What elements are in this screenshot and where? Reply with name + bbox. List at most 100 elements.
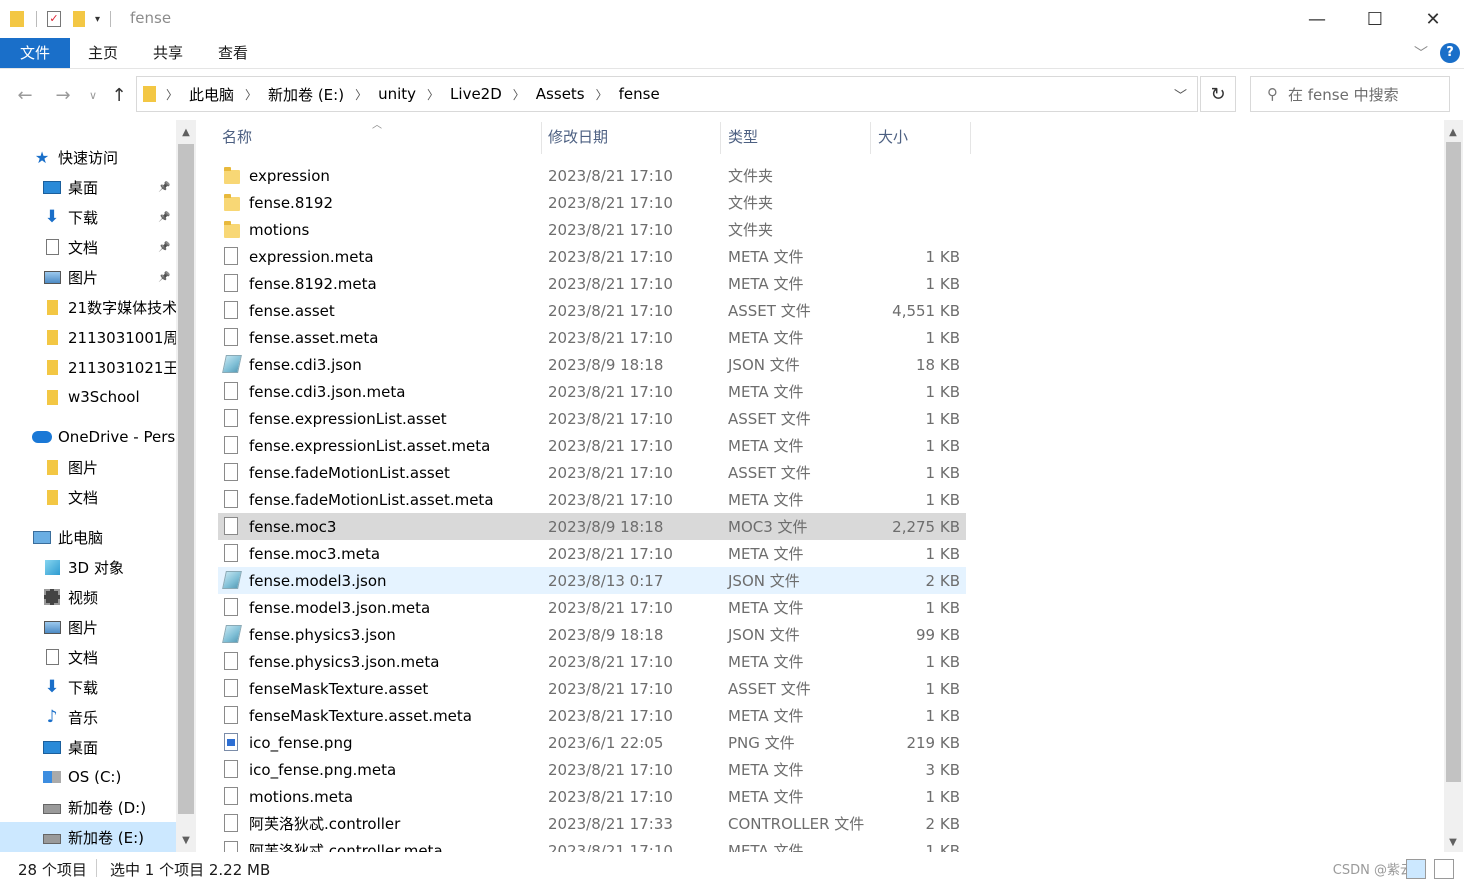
tab-file[interactable]: 文件 <box>0 38 70 68</box>
column-header-size[interactable]: 大小 <box>878 122 968 154</box>
chevron-down-icon[interactable]: ﹀ <box>1414 43 1428 63</box>
file-name: ico_fense.png <box>249 733 353 752</box>
file-row[interactable]: ico_fense.png.meta 2023/8/21 17:10 META 文件… <box>218 756 966 783</box>
scroll-up-icon[interactable]: ▲ <box>1443 122 1463 142</box>
file-row[interactable]: fense.fadeMotionList.asset.meta 2023/8/21… <box>218 486 966 513</box>
file-row[interactable]: expression 2023/8/21 17:10 文件夹 <box>218 162 966 189</box>
sidebar-item[interactable]: OneDrive - Perso <box>0 422 176 452</box>
file-row[interactable]: fense.8192.meta 2023/8/21 17:10 META 文件 1 K… <box>218 270 966 297</box>
recent-locations-icon[interactable]: ∨ <box>84 80 102 110</box>
tab-view[interactable]: 查看 <box>206 38 260 68</box>
sidebar-item[interactable]: 桌面 📌 <box>0 172 176 202</box>
file-row[interactable]: fenseMaskTexture.asset 2023/8/21 17:10 ASS… <box>218 675 966 702</box>
file-row[interactable]: fense.cdi3.json 2023/8/9 18:18 JSON 文件 18 K… <box>218 351 966 378</box>
refresh-button[interactable]: ↻ <box>1200 76 1236 112</box>
sidebar-item[interactable]: 2113031001周 <box>0 322 176 352</box>
file-row[interactable]: fense.moc3.meta 2023/8/21 17:10 META 文件 1 K… <box>218 540 966 567</box>
chevron-right-icon[interactable]: 〉 <box>596 86 608 103</box>
column-header-name[interactable]: 名称 <box>222 122 542 154</box>
sidebar-item[interactable]: 图片 <box>0 452 176 482</box>
file-row[interactable]: expression.meta 2023/8/21 17:10 META 文件 1 K… <box>218 243 966 270</box>
sidebar-item[interactable]: ★ 快速访问 <box>0 142 176 172</box>
column-header-type[interactable]: 类型 <box>728 122 868 154</box>
column-header-date[interactable]: 修改日期 <box>548 122 718 154</box>
sidebar-item[interactable]: 21数字媒体技术 <box>0 292 176 322</box>
sidebar-item[interactable]: 文档 <box>0 482 176 512</box>
breadcrumb-this-pc[interactable]: 此电脑 <box>189 84 234 105</box>
column-divider[interactable] <box>720 122 721 154</box>
search-box[interactable]: ⚲ 在 fense 中搜索 <box>1250 76 1450 112</box>
maximize-button[interactable]: ☐ <box>1346 0 1404 38</box>
customize-dropdown-icon[interactable]: ▾ <box>95 14 100 25</box>
sidebar-scroll-thumb[interactable] <box>178 144 194 814</box>
sidebar-item[interactable]: 图片 <box>0 612 176 642</box>
sidebar-item[interactable]: ⬇ 下载 📌 <box>0 202 176 232</box>
sidebar-item[interactable]: ♪ 音乐 <box>0 702 176 732</box>
column-divider[interactable] <box>541 122 542 154</box>
file-name: fense.fadeMotionList.asset.meta <box>249 490 494 509</box>
sidebar-item[interactable]: 新加卷 (E:) <box>0 822 176 852</box>
chevron-right-icon[interactable]: 〉 <box>355 86 367 103</box>
file-row[interactable]: fense.moc3 2023/8/9 18:18 MOC3 文件 2,275 KB <box>218 513 966 540</box>
back-button[interactable]: ← <box>12 80 38 110</box>
tab-share[interactable]: 共享 <box>141 38 195 68</box>
properties-icon[interactable]: ✓ <box>47 11 61 27</box>
new-folder-icon[interactable] <box>73 11 85 27</box>
file-row[interactable]: fense.expressionList.asset.meta 2023/8/21… <box>218 432 966 459</box>
breadcrumb-drive-e[interactable]: 新加卷 (E:) <box>268 84 344 105</box>
sidebar-item[interactable]: 视频 <box>0 582 176 612</box>
sidebar-item[interactable]: 新加卷 (D:) <box>0 792 176 822</box>
sidebar-item[interactable]: 3D 对象 <box>0 552 176 582</box>
file-row[interactable]: 阿芙洛狄忒.controller.meta 2023/8/21 17:10 META… <box>218 837 966 852</box>
file-row[interactable]: motions 2023/8/21 17:10 文件夹 <box>218 216 966 243</box>
sidebar-item[interactable]: 此电脑 <box>0 522 176 552</box>
sidebar-item[interactable]: 2113031021王 <box>0 352 176 382</box>
breadcrumb-live2d[interactable]: Live2D <box>450 85 502 103</box>
scroll-up-icon[interactable]: ▲ <box>176 122 196 142</box>
sidebar-item[interactable]: 图片 📌 <box>0 262 176 292</box>
file-row[interactable]: fense.asset.meta 2023/8/21 17:10 META 文件 1 … <box>218 324 966 351</box>
address-bar[interactable]: 〉 此电脑 〉 新加卷 (E:) 〉 unity 〉 Live2D 〉 Asse… <box>136 76 1198 112</box>
column-divider[interactable] <box>970 122 971 154</box>
file-row[interactable]: fense.8192 2023/8/21 17:10 文件夹 <box>218 189 966 216</box>
chevron-right-icon[interactable]: 〉 <box>245 86 257 103</box>
tab-home[interactable]: 主页 <box>76 38 130 68</box>
sidebar-item[interactable]: w3School <box>0 382 176 412</box>
sidebar-item[interactable]: 文档 <box>0 642 176 672</box>
file-row[interactable]: fense.model3.json.meta 2023/8/21 17:10 MET… <box>218 594 966 621</box>
file-row[interactable]: fenseMaskTexture.asset.meta 2023/8/21 17:… <box>218 702 966 729</box>
minimize-button[interactable]: — <box>1288 0 1346 38</box>
up-button[interactable]: ↑ <box>106 80 132 110</box>
file-row[interactable]: motions.meta 2023/8/21 17:10 META 文件 1 KB <box>218 783 966 810</box>
file-list-scroll-thumb[interactable] <box>1446 142 1461 782</box>
details-view-icon[interactable] <box>1406 859 1426 879</box>
file-row[interactable]: fense.cdi3.json.meta 2023/8/21 17:10 META … <box>218 378 966 405</box>
breadcrumb-fense[interactable]: fense <box>619 85 660 103</box>
file-row[interactable]: fense.physics3.json 2023/8/9 18:18 JSON 文件… <box>218 621 966 648</box>
file-row[interactable]: fense.asset 2023/8/21 17:10 ASSET 文件 4,551 … <box>218 297 966 324</box>
folder-icon[interactable] <box>10 11 24 27</box>
breadcrumb-assets[interactable]: Assets <box>536 85 585 103</box>
chevron-right-icon[interactable]: 〉 <box>427 86 439 103</box>
file-row[interactable]: fense.physics3.json.meta 2023/8/21 17:10 M… <box>218 648 966 675</box>
chevron-right-icon[interactable]: 〉 <box>166 86 178 103</box>
sidebar-item[interactable]: 桌面 <box>0 732 176 762</box>
file-row[interactable]: fense.fadeMotionList.asset 2023/8/21 17:1… <box>218 459 966 486</box>
file-row[interactable]: ico_fense.png 2023/6/1 22:05 PNG 文件 219 KB <box>218 729 966 756</box>
breadcrumb-unity[interactable]: unity <box>378 85 416 103</box>
help-icon[interactable]: ? <box>1440 43 1460 63</box>
scroll-down-icon[interactable]: ▼ <box>1443 832 1463 852</box>
sidebar-item[interactable]: OS (C:) <box>0 762 176 792</box>
file-row[interactable]: fense.model3.json 2023/8/13 0:17 JSON 文件 2 … <box>218 567 966 594</box>
scroll-down-icon[interactable]: ▼ <box>176 830 196 850</box>
sidebar-item[interactable]: 文档 📌 <box>0 232 176 262</box>
file-row[interactable]: fense.expressionList.asset 2023/8/21 17:1… <box>218 405 966 432</box>
address-dropdown-icon[interactable]: ﹀ <box>1174 85 1187 104</box>
forward-button[interactable]: → <box>50 80 76 110</box>
large-icons-view-icon[interactable] <box>1434 859 1454 879</box>
chevron-right-icon[interactable]: 〉 <box>513 86 525 103</box>
file-row[interactable]: 阿芙洛狄忒.controller 2023/8/21 17:33 CONTROLLE… <box>218 810 966 837</box>
column-divider[interactable] <box>870 122 871 154</box>
sidebar-item[interactable]: ⬇ 下载 <box>0 672 176 702</box>
close-button[interactable]: ✕ <box>1404 0 1462 38</box>
